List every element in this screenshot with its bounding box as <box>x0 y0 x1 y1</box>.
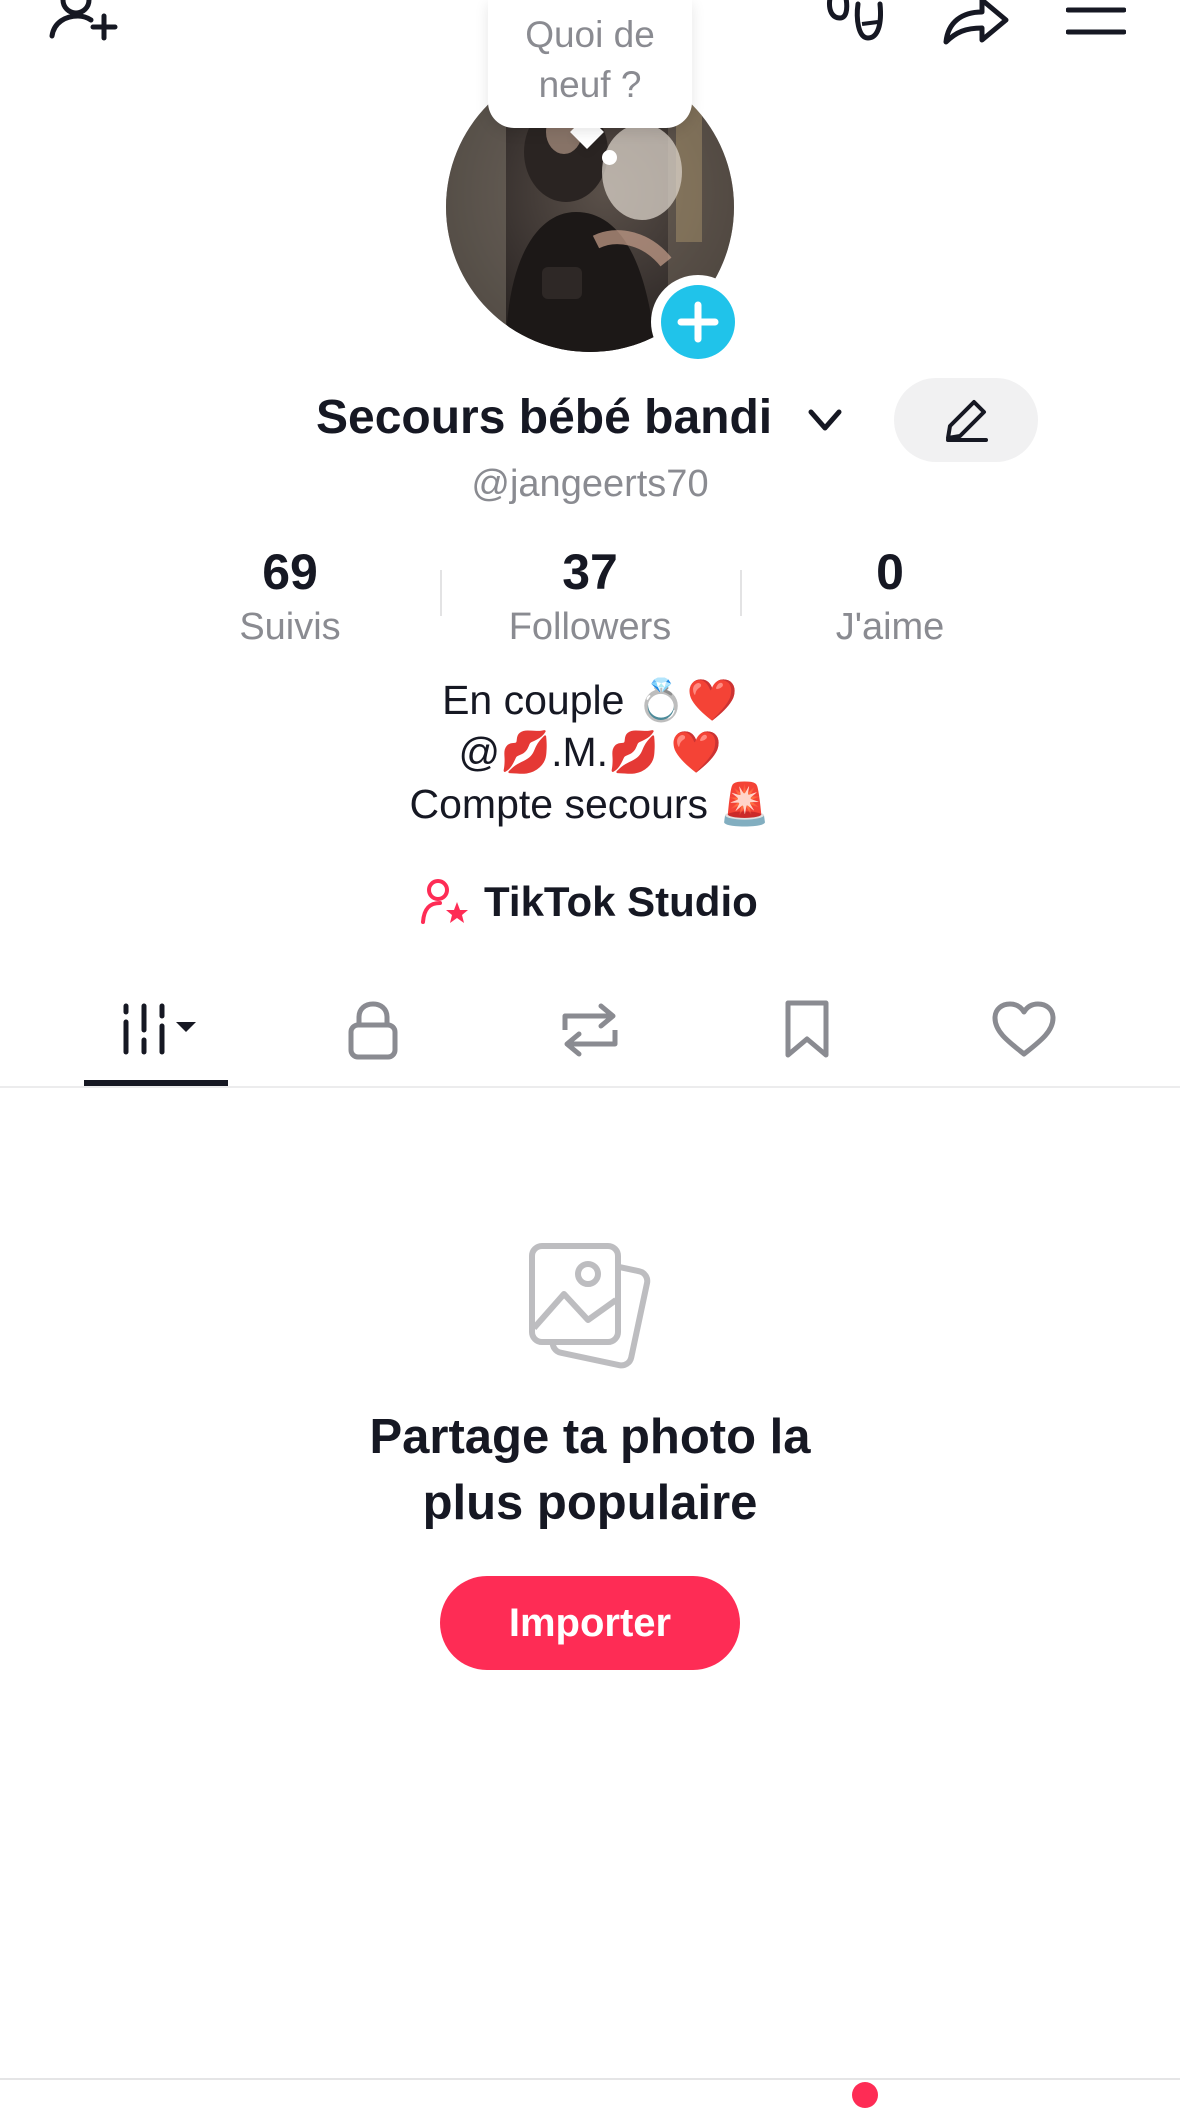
stat-following-value: 69 <box>262 544 318 600</box>
tabs-divider <box>0 1086 1180 1088</box>
empty-state-title-line: plus populaire <box>422 1476 758 1530</box>
bookmark-icon <box>785 1000 829 1058</box>
bubble-dot <box>602 150 617 165</box>
edit-profile-button[interactable] <box>894 378 1038 462</box>
tab-reposts[interactable] <box>530 990 650 1070</box>
heart-icon <box>992 1001 1056 1057</box>
hamburger-menu-icon[interactable] <box>1066 0 1126 40</box>
footprints-icon[interactable] <box>824 0 888 46</box>
tiktok-studio-link[interactable]: TikTok Studio <box>420 872 758 932</box>
bottom-nav-divider <box>0 2078 1180 2080</box>
plus-icon <box>677 301 719 343</box>
stat-followers-value: 37 <box>562 544 618 600</box>
status-bubble[interactable]: Quoi de neuf ? <box>488 0 692 128</box>
stat-followers[interactable]: 37 Followers <box>440 540 740 650</box>
bio-line: Compte secours 🚨 <box>409 781 771 827</box>
display-name[interactable]: Secours bébé bandi <box>316 388 772 448</box>
tiktok-studio-label: TikTok Studio <box>484 878 758 925</box>
stat-likes-value: 0 <box>876 544 904 600</box>
lock-icon <box>348 1001 398 1060</box>
stat-following[interactable]: 69 Suivis <box>140 540 440 650</box>
pencil-icon <box>946 400 988 442</box>
status-bubble-line1: Quoi de <box>525 14 655 55</box>
photos-icon <box>526 1240 656 1370</box>
stat-likes-label: J'aime <box>835 606 945 648</box>
stat-likes[interactable]: 0 J'aime <box>740 540 1040 650</box>
add-avatar-button[interactable] <box>651 275 745 369</box>
chevron-down-icon[interactable] <box>805 400 845 440</box>
notification-dot <box>852 2082 878 2108</box>
tab-liked[interactable] <box>964 990 1084 1070</box>
repost-icon <box>562 1003 618 1057</box>
import-button[interactable]: Importer <box>440 1576 740 1670</box>
bio-line: @💋.M.💋 ❤️ <box>458 729 722 775</box>
tab-private[interactable] <box>313 990 433 1070</box>
stat-followers-label: Followers <box>508 606 672 648</box>
status-bubble-line2: neuf ? <box>538 64 642 105</box>
person-plus-icon[interactable] <box>48 0 122 48</box>
bio-line: En couple 💍❤️ <box>442 677 738 723</box>
tab-favorites[interactable] <box>747 990 867 1070</box>
username-handle: @jangeerts70 <box>471 463 709 505</box>
empty-state-title-line: Partage ta photo la <box>369 1410 811 1464</box>
empty-state-title: Partage ta photo la plus populaire <box>0 1404 1180 1536</box>
tab-grid[interactable] <box>84 990 228 1070</box>
share-arrow-icon[interactable] <box>940 0 1012 46</box>
grid-dropdown-icon <box>123 1003 196 1055</box>
stat-following-label: Suivis <box>239 606 341 648</box>
bio[interactable]: En couple 💍❤️ @💋.M.💋 ❤️ Compte secours 🚨 <box>0 674 1180 830</box>
person-star-icon <box>421 879 468 924</box>
